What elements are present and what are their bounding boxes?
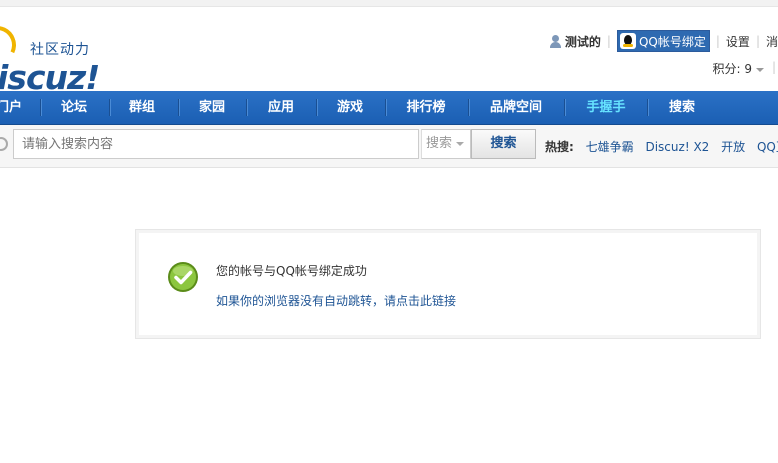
nav-divider [316,99,318,116]
qq-penguin-icon [619,33,636,49]
nav-item-brand-space[interactable]: 品牌空间 [479,91,553,124]
hot-search-link[interactable]: 开放 [721,140,745,154]
nav-item-ranking[interactable]: 排行榜 [396,91,456,124]
divider: | [606,34,611,48]
search-icon [0,137,8,151]
nav-item-search[interactable]: 搜索 [660,91,704,124]
logo-tagline: 社区动力 [30,42,90,58]
nav-divider [178,99,180,116]
qq-bind-label: QQ帐号绑定 [638,34,706,49]
hot-searches-label: 热搜: [545,140,574,154]
nav-item-hand-in-hand[interactable]: 手握手 [576,91,636,124]
search-input[interactable] [13,129,419,159]
hot-search-link[interactable]: 七雄争霸 [586,140,634,154]
search-type-select[interactable]: 搜索 [421,129,471,159]
hot-search-link[interactable]: Discuz! X2 [645,140,709,154]
nav-divider [647,99,649,116]
settings-link[interactable]: 设置 [726,33,750,50]
messages-link[interactable]: 消 [766,33,778,50]
user-bar: 测试的 | QQ帐号绑定 | 设置 | 消 [549,30,778,52]
nav-item-apps[interactable]: 应用 [259,91,303,124]
chevron-down-icon [756,67,764,72]
nav-item-forum[interactable]: 论坛 [52,91,96,124]
redirect-link[interactable]: 如果你的浏览器没有自动跳转，请点击此链接 [216,292,456,309]
username-link[interactable]: 测试的 [565,33,601,50]
nav-divider [564,99,566,116]
divider: | [771,60,776,74]
nav-item-portal[interactable]: 门户 [0,91,22,124]
nav-item-home[interactable]: 家园 [190,91,234,124]
divider: | [715,34,720,48]
message-box [135,229,761,339]
user-icon [549,34,562,48]
nav-item-groups[interactable]: 群组 [120,91,164,124]
search-button[interactable]: 搜索 [471,129,536,159]
main-nav: 门户 论坛 群组 家园 应用 游戏 排行榜 品牌空间 手握手 搜索 [0,91,778,125]
nav-divider [109,99,111,116]
hot-searches: 热搜: 七雄争霸 Discuz! X2 开放 QQ互联 [545,138,778,155]
site-logo[interactable]: 社区动力 iscuz! [0,18,110,97]
qq-bind-button[interactable]: QQ帐号绑定 [616,30,710,52]
nav-divider [40,99,42,116]
points-menu[interactable]: 积分: 9 [712,60,764,77]
top-strip [0,0,778,7]
success-message: 您的帐号与QQ帐号绑定成功 [216,264,367,278]
divider: | [755,34,760,48]
points-label: 积分: 9 [712,62,753,76]
nav-divider [246,99,248,116]
success-check-icon [168,262,198,292]
nav-divider [385,99,387,116]
nav-divider [468,99,470,116]
search-type-label: 搜索 [426,136,453,151]
chevron-down-icon [456,141,465,146]
nav-item-games[interactable]: 游戏 [328,91,372,124]
hot-search-link[interactable]: QQ互联 [757,140,778,154]
search-bar: 搜索 搜索 热搜: 七雄争霸 Discuz! X2 开放 QQ互联 [0,125,778,168]
